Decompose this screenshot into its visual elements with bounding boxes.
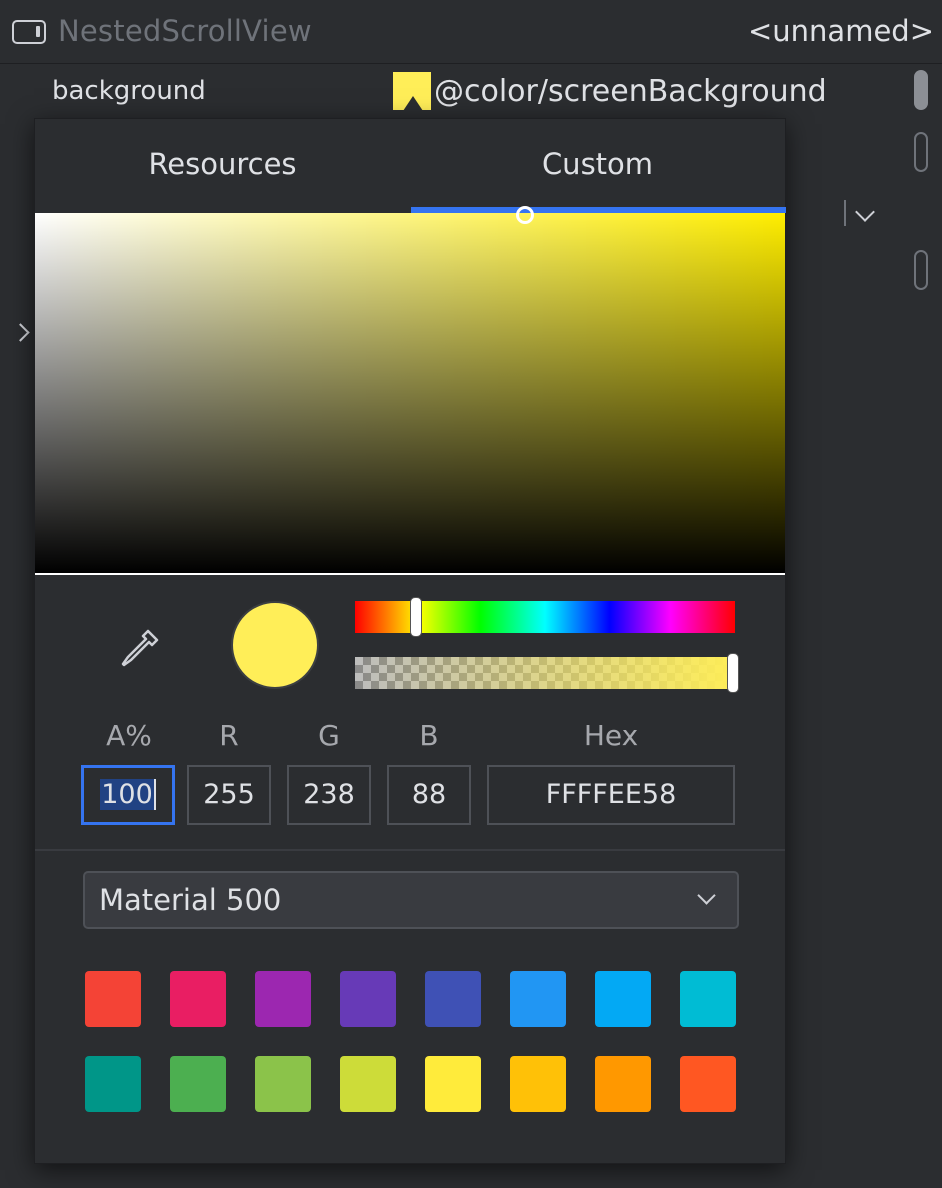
palette-swatch[interactable] xyxy=(170,971,226,1027)
palette-swatch[interactable] xyxy=(510,1056,566,1112)
component-header: NestedScrollView <unnamed> xyxy=(0,0,942,64)
tab-custom[interactable]: Custom xyxy=(410,119,785,213)
palette-swatch[interactable] xyxy=(595,971,651,1027)
palette-swatch[interactable] xyxy=(255,1056,311,1112)
palette-swatch[interactable] xyxy=(595,1056,651,1112)
divider xyxy=(844,200,846,226)
alpha-slider-handle[interactable] xyxy=(727,653,739,693)
palette-swatch[interactable] xyxy=(85,1056,141,1112)
view-icon xyxy=(12,20,46,44)
attribute-row-background[interactable]: background @color/screenBackground xyxy=(0,64,942,120)
palette-swatch[interactable] xyxy=(510,971,566,1027)
popup-pointer xyxy=(397,96,429,120)
palette-swatch[interactable] xyxy=(425,1056,481,1112)
chevron-down-icon[interactable] xyxy=(855,202,875,222)
toggle-control[interactable] xyxy=(914,250,928,290)
alpha-input-value: 100 xyxy=(100,779,156,810)
green-label: G xyxy=(318,719,340,752)
palette-swatch[interactable] xyxy=(170,1056,226,1112)
palette-dropdown[interactable]: Material 500 xyxy=(83,871,739,929)
chevron-right-icon[interactable] xyxy=(11,323,30,342)
picker-tabs: Resources Custom xyxy=(35,119,786,213)
color-picker-popup: Resources Custom A% R G B Hex 100 255 23… xyxy=(34,118,786,1164)
palette-swatch[interactable] xyxy=(425,971,481,1027)
blue-label: B xyxy=(419,719,439,752)
scrollbar-thumb[interactable] xyxy=(914,70,928,110)
component-id-label[interactable]: <unnamed> xyxy=(748,14,934,48)
divider xyxy=(35,849,785,851)
palette-swatch[interactable] xyxy=(340,1056,396,1112)
alpha-input[interactable]: 100 xyxy=(81,765,175,825)
eyedropper-icon[interactable] xyxy=(115,625,163,673)
palette-swatch[interactable] xyxy=(255,971,311,1027)
hue-slider-handle[interactable] xyxy=(410,597,422,637)
red-input[interactable]: 255 xyxy=(187,765,271,825)
hue-slider[interactable] xyxy=(355,597,735,637)
hex-input[interactable]: FFFFEE58 xyxy=(487,765,735,825)
palette-swatch[interactable] xyxy=(85,971,141,1027)
red-label: R xyxy=(219,719,239,752)
hex-label: Hex xyxy=(583,719,639,752)
tab-resources[interactable]: Resources xyxy=(35,119,410,213)
component-title: NestedScrollView xyxy=(58,14,312,48)
color-cursor[interactable] xyxy=(516,206,534,224)
blue-input[interactable]: 88 xyxy=(387,765,471,825)
attribute-name: background xyxy=(52,76,206,106)
color-preview xyxy=(231,601,319,689)
attribute-value[interactable]: @color/screenBackground xyxy=(434,74,827,109)
palette-swatch[interactable] xyxy=(680,1056,736,1112)
palette-dropdown-value: Material 500 xyxy=(99,883,282,917)
green-input[interactable]: 238 xyxy=(287,765,371,825)
palette-swatch[interactable] xyxy=(340,971,396,1027)
saturation-brightness-panel[interactable] xyxy=(35,206,785,575)
chevron-down-icon xyxy=(697,886,716,905)
toggle-control[interactable] xyxy=(914,132,928,172)
alpha-slider[interactable] xyxy=(355,653,739,693)
alpha-label: A% xyxy=(106,719,152,752)
palette-swatch[interactable] xyxy=(680,971,736,1027)
